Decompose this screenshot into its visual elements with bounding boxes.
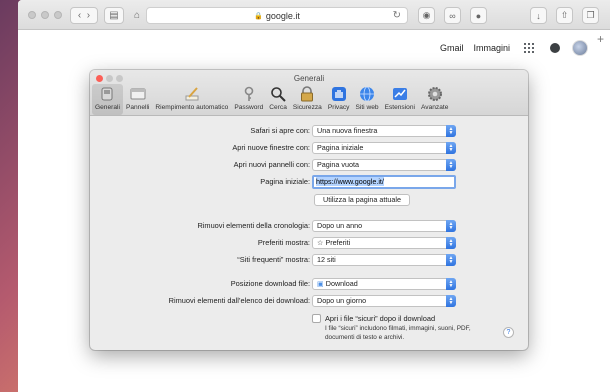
lock-icon: 🔒: [254, 12, 263, 20]
row-use-current: Utilizza la pagina attuale: [90, 194, 528, 206]
apps-grid-icon[interactable]: [524, 43, 534, 53]
key-icon: [241, 86, 257, 102]
download-location-select[interactable]: ▣ Download ▲ ▼: [312, 278, 456, 290]
favorites-select[interactable]: ☆ Preferiti ▲ ▼: [312, 237, 456, 249]
home-button[interactable]: ⌂: [132, 7, 142, 24]
help-button[interactable]: ?: [503, 327, 514, 338]
star-icon: ☆: [317, 238, 324, 247]
top-sites-select[interactable]: 12 siti ▲ ▼: [312, 254, 456, 266]
preferences-toolbar: Generali Generali Pannelli Riempimento a…: [90, 70, 528, 116]
new-tab-icon[interactable]: +: [597, 32, 604, 46]
download-icon: ↓: [536, 10, 541, 21]
prefs-title: Generali: [293, 74, 325, 83]
folder-icon: ▣: [317, 279, 324, 288]
tab-generali[interactable]: Generali: [92, 84, 123, 115]
tab-sicurezza[interactable]: Sicurezza: [290, 84, 325, 115]
reader-button[interactable]: ◉: [418, 7, 435, 24]
open-safe-files-checkbox[interactable]: [312, 314, 321, 323]
pencil-icon: [184, 86, 200, 102]
tabs-icon: [130, 86, 146, 102]
chevron-updown-icon: ▲ ▼: [446, 125, 456, 137]
address-bar[interactable]: 🔒 google.it ↻: [146, 7, 408, 24]
padlock-icon: [299, 86, 315, 102]
row-download-location: Posizione download file: ▣ Download ▲ ▼: [90, 278, 528, 290]
share-button[interactable]: ⇧: [556, 7, 573, 24]
reload-icon[interactable]: ↻: [393, 10, 401, 21]
tabs-overview-button[interactable]: ❐: [582, 7, 599, 24]
home-icon: ⌂: [133, 10, 141, 21]
prefs-tabs: Generali Pannelli Riempimento automatico…: [92, 84, 451, 115]
minimize-window-button[interactable]: [41, 11, 49, 19]
row-homepage: Pagina iniziale: https://www.google.it/: [90, 175, 528, 189]
tab-pannelli[interactable]: Pannelli: [123, 84, 152, 115]
row-safari-opens: Safari si apre con: Una nuova finestra ▲…: [90, 125, 528, 137]
link-icon: ∞: [449, 10, 456, 21]
prefs-body: Safari si apre con: Una nuova finestra ▲…: [90, 116, 528, 350]
remove-history-select[interactable]: Dopo un anno ▲ ▼: [312, 220, 456, 232]
downloads-button[interactable]: ↓: [530, 7, 547, 24]
chevron-updown-icon: ▲ ▼: [446, 254, 456, 266]
chevron-updown-icon: ▲ ▼: [446, 237, 456, 249]
use-current-page-button[interactable]: Utilizza la pagina attuale: [314, 194, 410, 206]
back-icon[interactable]: ‹: [78, 10, 81, 21]
row-remove-history: Rimuovi elementi della cronologia: Dopo …: [90, 220, 528, 232]
tabs-overview-icon: ❐: [586, 10, 595, 20]
avatar[interactable]: [572, 40, 588, 56]
row-top-sites: “Siti frequenti” mostra: 12 siti ▲ ▼: [90, 254, 528, 266]
chevron-updown-icon: ▲ ▼: [446, 295, 456, 307]
tab-password[interactable]: Password: [231, 84, 266, 115]
row-new-windows: Apri nuove finestre con: Pagina iniziale…: [90, 142, 528, 154]
homepage-input[interactable]: https://www.google.it/: [312, 175, 456, 189]
tab-riempimento[interactable]: Riempimento automatico: [152, 84, 231, 115]
sidebar-button[interactable]: ▤: [104, 7, 124, 24]
tab-cerca[interactable]: Cerca: [266, 84, 290, 115]
gmail-link[interactable]: Gmail: [440, 43, 464, 53]
notifications-icon[interactable]: [550, 43, 560, 53]
ghost-icon: ●: [475, 10, 482, 21]
row-favorites: Preferiti mostra: ☆ Preferiti ▲ ▼: [90, 237, 528, 249]
share-icon: ⇧: [560, 10, 569, 20]
tab-avanzate[interactable]: Avanzate: [418, 84, 451, 115]
preferences-window: Generali Generali Pannelli Riempimento a…: [90, 70, 528, 350]
row-new-tabs: Apri nuovi pannelli con: Pagina vuota ▲ ▼: [90, 159, 528, 171]
tab-siti-web[interactable]: Siti web: [352, 84, 381, 115]
puzzle-icon: [392, 86, 408, 102]
safari-opens-select[interactable]: Una nuova finestra ▲ ▼: [312, 125, 456, 137]
chevron-updown-icon: ▲ ▼: [446, 278, 456, 290]
chevron-updown-icon: ▲ ▼: [446, 159, 456, 171]
row-remove-downloads: Rimuovi elementi dall’elenco dei downloa…: [90, 295, 528, 307]
extension-button[interactable]: ∞: [444, 7, 461, 24]
new-windows-select[interactable]: Pagina iniziale ▲ ▼: [312, 142, 456, 154]
switch-icon: [99, 86, 115, 102]
close-window-button[interactable]: [28, 11, 36, 19]
address-text: google.it: [265, 10, 300, 21]
new-tabs-select[interactable]: Pagina vuota ▲ ▼: [312, 159, 456, 171]
magnifier-icon: [270, 86, 286, 102]
ghostery-button[interactable]: ●: [470, 7, 487, 24]
zoom-window-button[interactable]: [54, 11, 62, 19]
chevron-updown-icon: ▲ ▼: [446, 220, 456, 232]
google-bar: Gmail Immagini: [430, 40, 588, 56]
globe-icon: [359, 86, 375, 102]
forward-icon[interactable]: ›: [87, 10, 90, 21]
sidebar-icon: ▤: [109, 10, 119, 21]
chevron-updown-icon: ▲ ▼: [446, 142, 456, 154]
back-forward-buttons[interactable]: ‹ ›: [70, 7, 98, 24]
remove-downloads-select[interactable]: Dopo un giorno ▲ ▼: [312, 295, 456, 307]
reader-icon: ◉: [422, 10, 431, 20]
tab-privacy[interactable]: Privacy: [325, 84, 353, 115]
images-link[interactable]: Immagini: [473, 43, 510, 53]
gear-icon: [427, 86, 443, 102]
browser-toolbar: ‹ › ▤ ⌂ 🔒 google.it ↻ ◉ ∞ ● ↓ ⇧ ❐: [18, 0, 610, 30]
hand-icon: [331, 86, 347, 102]
tab-estensioni[interactable]: Estensioni: [382, 84, 418, 115]
safe-files-note: I file “sicuri” includono filmati, immag…: [325, 325, 471, 341]
